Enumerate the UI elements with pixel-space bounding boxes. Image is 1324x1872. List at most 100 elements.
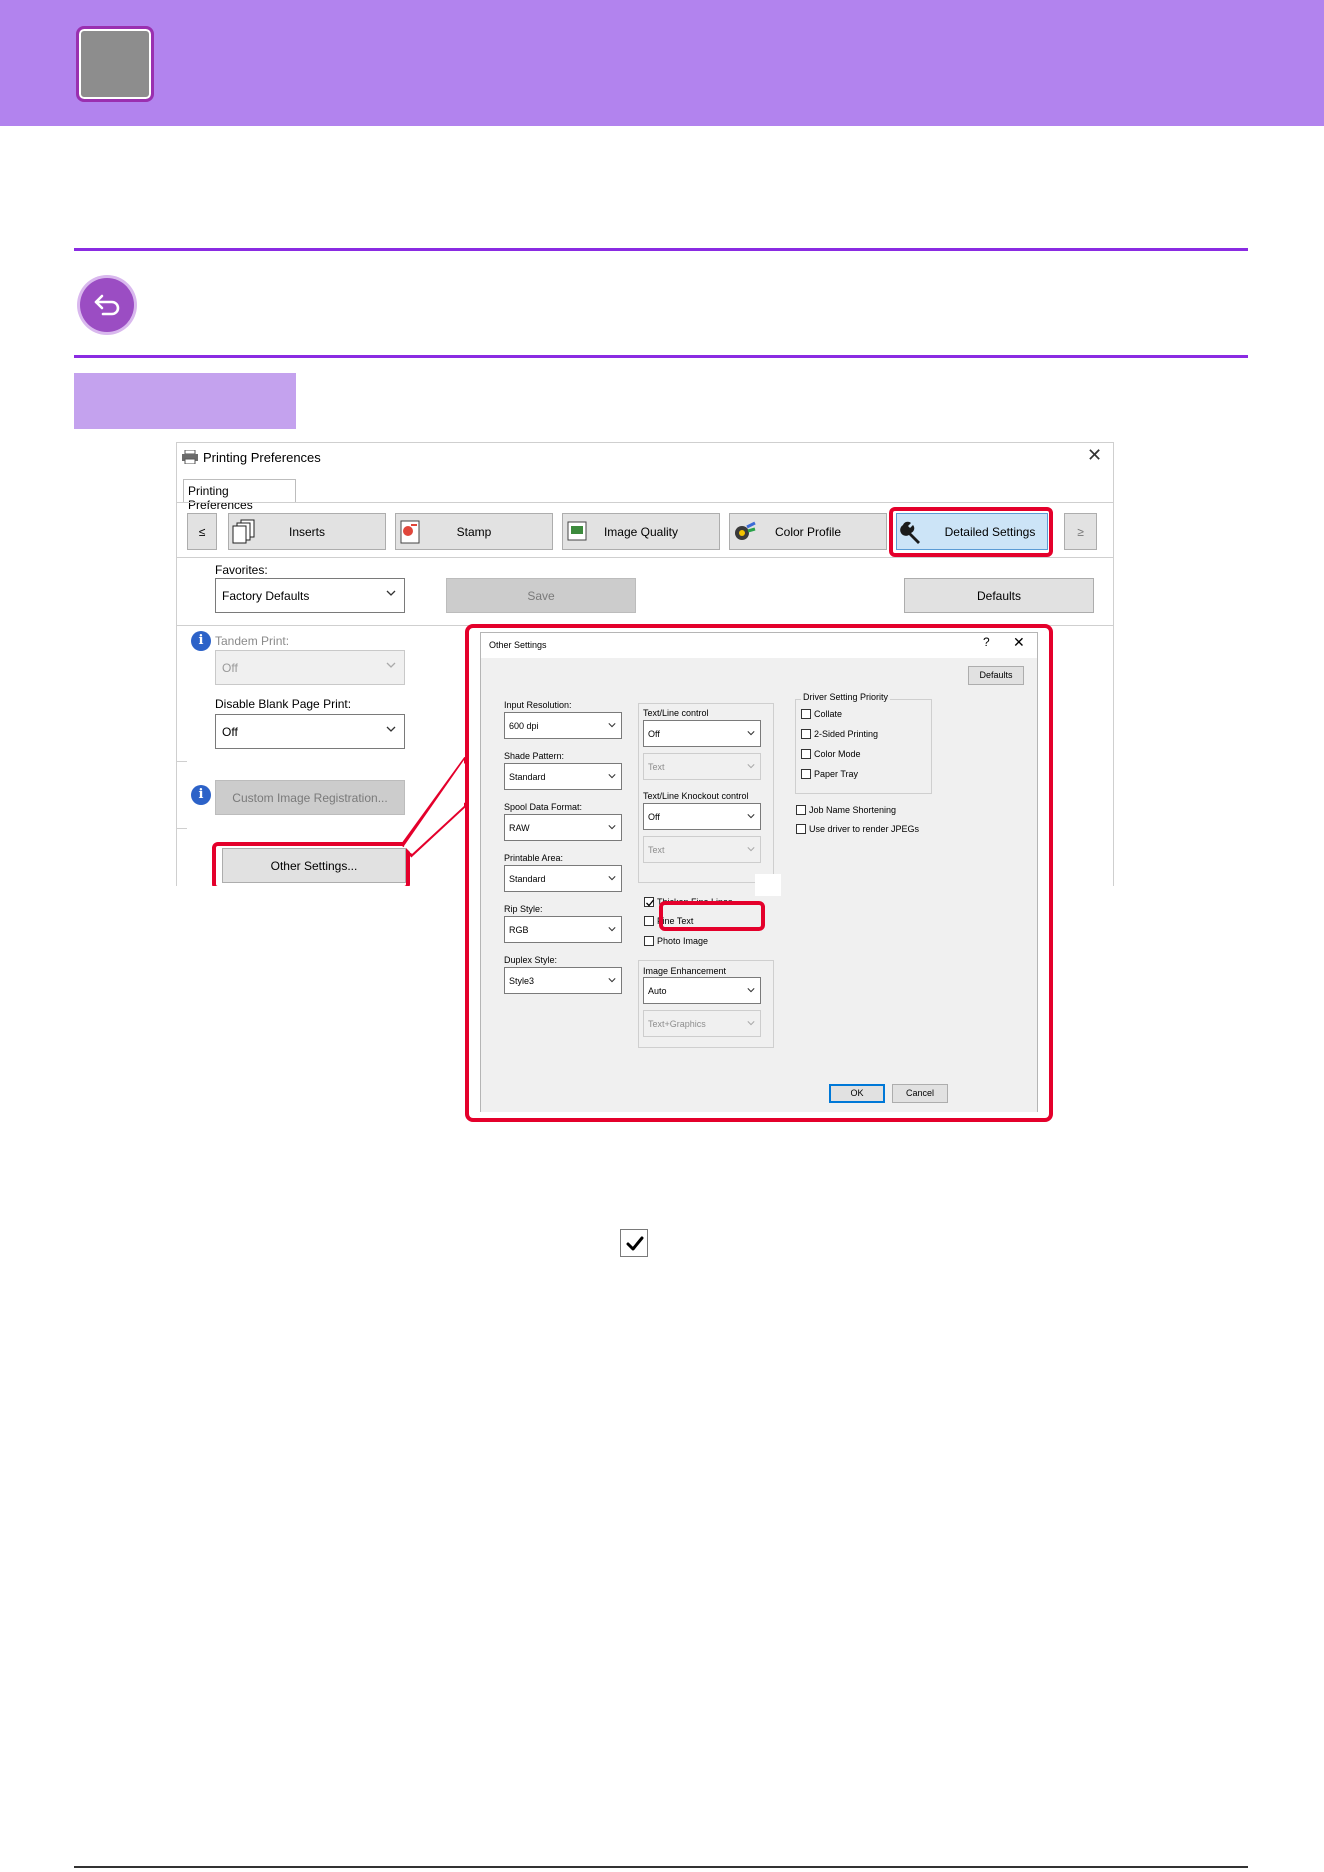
spool-format-dropdown[interactable]: RAW [504,814,622,841]
checkbox-label: Paper Tray [814,769,859,779]
highlight-thicken-fine-lines [659,901,765,931]
tab-label: Stamp [456,525,492,539]
tab-image-quality[interactable]: Image Quality [562,513,720,550]
text-line-control-label: Text/Line control [643,708,709,718]
rip-style-label: Rip Style: [504,904,543,914]
chevron-down-icon [747,731,755,736]
duplex-style-dropdown[interactable]: Style3 [504,967,622,994]
tab-divider [177,502,1113,503]
chevron-down-icon [608,723,616,728]
tab-label: Color Profile [774,525,842,539]
custom-image-registration-button[interactable]: Custom Image Registration... [215,780,405,815]
defaults-button[interactable]: Defaults [904,578,1094,613]
tab-printing-preferences[interactable]: Printing Preferences [183,479,296,512]
info-icon: i [191,631,211,651]
tab-next-button[interactable]: ≥ [1064,513,1097,550]
info-icon: i [191,785,211,805]
page-bottom-rule [74,1866,1248,1868]
other-settings-dialog: Other Settings ? ✕ Defaults Input Resolu… [480,632,1038,1112]
divider [177,761,187,762]
chevron-down-icon [386,590,396,596]
printable-area-label: Printable Area: [504,853,564,863]
checkbox-box[interactable] [796,805,806,815]
checkbox-label: 2-Sided Printing [814,729,879,739]
favorites-label: Favorites: [215,563,268,577]
favorites-dropdown[interactable]: Factory Defaults [215,578,405,613]
chevron-down-icon [747,1021,755,1026]
chevron-down-icon [608,978,616,983]
checkbox-box[interactable] [644,936,654,946]
spool-format-label: Spool Data Format: [504,802,583,812]
checkmark-icon [620,1229,648,1257]
checkbox-box[interactable] [796,824,806,834]
divider [177,557,1113,558]
chevron-down-icon [747,988,755,993]
printable-area-dropdown[interactable]: Standard [504,865,622,892]
checkmark-icon [646,899,655,907]
top-rule [74,248,1248,251]
checkbox-box[interactable] [644,916,654,926]
chapter-number-box [76,26,154,102]
input-resolution-label: Input Resolution: [504,700,572,710]
text-line-control-dropdown[interactable]: Off [643,720,761,747]
tandem-print-dropdown[interactable]: Off [215,650,405,685]
highlight-detailed-settings [889,507,1053,557]
checkbox-box[interactable] [801,709,811,719]
knockout-dropdown[interactable]: Off [643,803,761,830]
checkbox-box[interactable] [644,897,655,907]
tab-label: Image Quality [603,525,679,539]
chevron-down-icon [608,825,616,830]
tab-color-profile[interactable]: Color Profile [729,513,887,550]
highlight-other-settings [212,842,410,886]
dialog-title: Other Settings [489,640,547,650]
step-bar [74,373,296,429]
checkbox-label: Job Name Shortening [809,805,897,815]
chapter-banner [0,0,1324,126]
chevron-down-icon [747,814,755,819]
chevron-down-icon [608,774,616,779]
tab-inserts[interactable]: Inserts [228,513,386,550]
text-line-sub-dropdown[interactable]: Text [643,753,761,780]
save-button[interactable]: Save [446,578,636,613]
help-icon[interactable]: ? [983,635,990,649]
disable-blank-dropdown[interactable]: Off [215,714,405,749]
duplex-style-label: Duplex Style: [504,955,558,965]
checkbox-label: Color Mode [814,749,861,759]
input-resolution-dropdown[interactable]: 600 dpi [504,712,622,739]
image-enhancement-dropdown[interactable]: Auto [643,977,761,1004]
close-icon[interactable]: ✕ [1013,634,1025,651]
checkbox-box[interactable] [801,749,811,759]
checkbox-label: Use driver to render JPEGs [809,824,920,834]
tab-stamp[interactable]: Stamp [395,513,553,550]
chevron-down-icon [386,726,396,732]
chevron-down-icon [747,764,755,769]
chevron-down-icon [386,662,396,668]
checkbox-box[interactable] [801,769,811,779]
close-icon[interactable]: ✕ [1087,445,1102,466]
tab-label: Inserts [288,525,325,539]
checkbox-box[interactable] [801,729,811,739]
knockout-sub-dropdown[interactable]: Text [643,836,761,863]
driver-priority-label: Driver Setting Priority [801,692,891,702]
mask-patch [755,874,781,896]
disable-blank-label: Disable Blank Page Print: [215,697,352,711]
shade-pattern-label: Shade Pattern: [504,751,565,761]
checkbox-label: Photo Image [657,936,709,946]
checkbox-label: Collate [814,709,843,719]
bottom-rule-section [74,355,1248,358]
window-title: Printing Preferences [203,450,321,465]
knockout-label: Text/Line Knockout control [643,791,749,801]
chevron-down-icon [608,927,616,932]
ok-button[interactable]: OK [829,1084,885,1103]
cancel-button[interactable]: Cancel [892,1084,948,1103]
rip-style-dropdown[interactable]: RGB [504,916,622,943]
chevron-down-icon [608,876,616,881]
shade-pattern-dropdown[interactable]: Standard [504,763,622,790]
image-enhancement-label: Image Enhancement [643,966,727,976]
defaults-button[interactable]: Defaults [968,666,1024,685]
printer-icon [182,450,198,464]
image-enhancement-sub-dropdown[interactable]: Text+Graphics [643,1010,761,1037]
chevron-down-icon [747,847,755,852]
back-arrow-icon[interactable] [80,278,134,332]
tab-prev-button[interactable]: ≤ [187,513,217,550]
